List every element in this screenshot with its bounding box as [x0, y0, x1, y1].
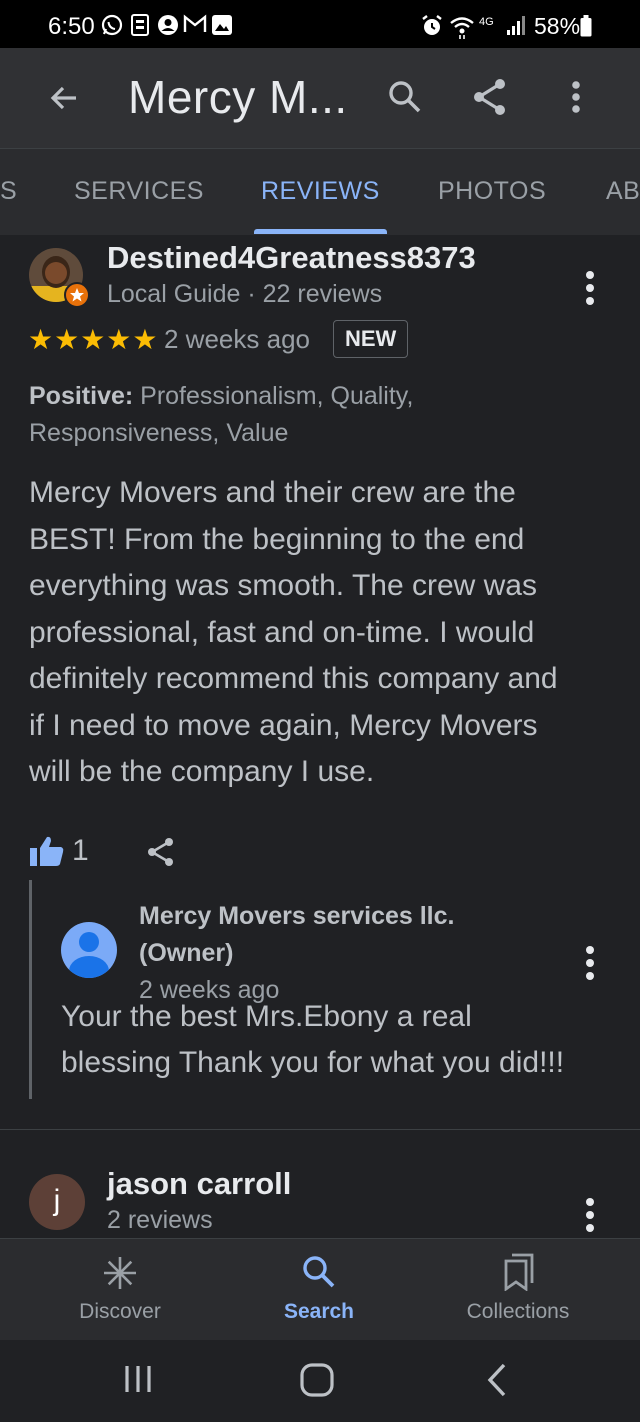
review-time: 2 weeks ago [164, 324, 310, 354]
review-text-line: everything was smooth. The crew was [29, 569, 537, 602]
reviewer-name[interactable]: jason carroll [107, 1166, 291, 1202]
review-more-icon[interactable] [586, 1198, 596, 1237]
recent-apps-icon[interactable] [123, 1364, 153, 1394]
active-tab-indicator [254, 229, 387, 234]
review-text: Mercy Movers and their crew are the BEST… [29, 470, 629, 796]
home-icon[interactable] [300, 1363, 334, 1397]
review-text-line: if I need to move again, Mercy Movers [29, 708, 538, 742]
system-back-icon[interactable] [486, 1363, 508, 1397]
status-bar: 6:50 4G 58% [0, 0, 640, 48]
search-icon[interactable] [388, 80, 422, 114]
review-text-line: professional, fast and on-time. I would [29, 615, 535, 649]
review-text-line: Mercy Movers and their crew are the [29, 476, 516, 509]
new-badge: NEW [333, 320, 409, 358]
star-rating: ★★★★★ [28, 324, 159, 355]
owner-role: (Owner) [139, 939, 234, 967]
system-navigation-bar [0, 1340, 640, 1422]
collections-icon[interactable] [503, 1253, 535, 1291]
review-text-line: BEST! From the beginning to the end [29, 522, 525, 556]
reviewer-meta: 2 reviews [107, 1206, 213, 1234]
owner-reply-text: Your the best Mrs.Ebony a real blessing … [61, 994, 631, 1086]
alarm-icon [422, 15, 442, 35]
owner-name: Mercy Movers services llc. (Owner) 2 wee… [139, 898, 454, 1009]
reviewer-meta: Local Guide · 22 reviews [107, 280, 383, 308]
local-guide-badge-icon [64, 282, 90, 308]
tab-reviews[interactable]: REVIEWS [261, 177, 380, 206]
review-text-line: will be the company I use. [29, 755, 375, 788]
owner-avatar [61, 922, 117, 978]
tab-services[interactable]: SERVICES [74, 177, 204, 206]
review-more-icon[interactable] [586, 271, 596, 310]
sim-card-icon [131, 14, 149, 36]
review-share-icon[interactable] [146, 837, 176, 867]
account-icon [158, 15, 178, 35]
positive-attributes: Positive: Professionalism, Quality, Resp… [29, 378, 629, 452]
review-card: j jason carroll 2 reviews [0, 1130, 640, 1238]
review-text-line: definitely recommend this company and [29, 662, 558, 695]
back-arrow-icon[interactable] [48, 82, 80, 114]
reply-more-icon[interactable] [586, 946, 596, 985]
like-count: 1 [72, 834, 89, 867]
gmail-icon [183, 14, 207, 32]
owner-name-line: Mercy Movers services llc. [139, 902, 455, 930]
more-vert-icon[interactable] [570, 80, 582, 114]
tab-photos[interactable]: PHOTOS [438, 177, 546, 206]
status-time: 6:50 [48, 13, 95, 40]
reply-text-line: Your the best Mrs.Ebony a real [61, 1000, 472, 1033]
battery-icon [580, 15, 592, 37]
network-type: 4G [479, 16, 494, 28]
reply-divider [29, 880, 32, 1099]
signal-icon [507, 16, 525, 35]
battery-percentage: 58% [534, 13, 581, 39]
tab-bar: S SERVICES REVIEWS PHOTOS AB [0, 148, 640, 235]
tab-about-partial[interactable]: AB [606, 177, 640, 206]
whatsapp-icon [101, 14, 123, 36]
positive-label: Positive: [29, 382, 134, 410]
gallery-icon [212, 15, 232, 35]
thumbs-up-icon[interactable] [29, 835, 65, 867]
app-bar: Mercy M... [0, 48, 640, 148]
nav-search[interactable]: Search [219, 1300, 419, 1324]
tab-overview-partial[interactable]: S [0, 177, 17, 206]
share-icon[interactable] [472, 78, 508, 116]
bottom-navigation: Discover Search Collections [0, 1238, 640, 1341]
nav-search-icon[interactable] [302, 1255, 336, 1289]
reviewer-name[interactable]: Destined4Greatness8373 [107, 240, 476, 276]
nav-collections[interactable]: Collections [418, 1300, 618, 1324]
discover-icon[interactable] [102, 1255, 138, 1291]
positive-values: Professionalism, Quality, [140, 382, 414, 410]
nav-discover[interactable]: Discover [20, 1300, 220, 1324]
positive-values-cont: Responsiveness, Value [29, 419, 289, 447]
reviewer-avatar[interactable]: j [29, 1174, 85, 1230]
place-title: Mercy M... [128, 71, 348, 123]
reply-text-line: blessing Thank you for what you did!!! [61, 1046, 565, 1079]
wifi-icon [450, 17, 474, 39]
